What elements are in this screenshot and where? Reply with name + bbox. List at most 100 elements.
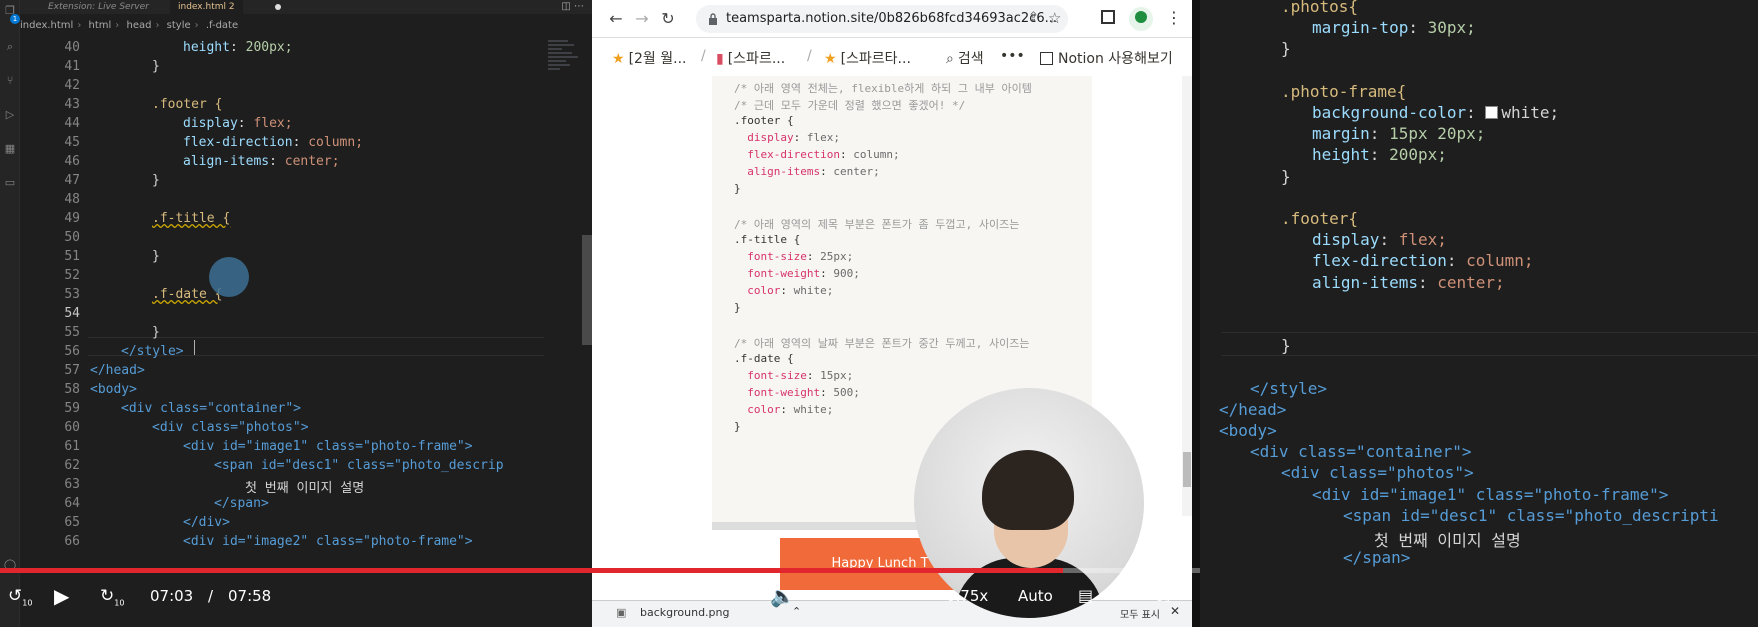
right-code-line: <span id="desc1" class="photo_descripti [1343, 505, 1719, 525]
line-number: 50 [64, 230, 80, 245]
volume-fill [810, 593, 852, 597]
notion-code-line: align-items: center; [747, 165, 880, 178]
line-number: 64 [64, 496, 80, 511]
breadcrumb-slash: / [701, 48, 706, 64]
code-line: <div class="photos"> [152, 420, 309, 435]
play-icon[interactable]: ▶ [54, 582, 69, 610]
code-line: } [152, 59, 160, 74]
code-line: display: flex; [183, 116, 293, 131]
playback-speed[interactable]: 0.75x [946, 586, 988, 606]
download-filename[interactable]: background.png [640, 606, 730, 619]
back-arrow-icon[interactable]: ← [606, 9, 626, 29]
right-code-line: } [1281, 166, 1291, 186]
side-panel-icon[interactable] [1101, 10, 1115, 24]
notion-logo-icon [1040, 52, 1053, 65]
reload-icon[interactable]: ↻ [658, 9, 678, 29]
right-code-editor[interactable]: .photos{margin-top: 30px;} .photo-frame{b… [1200, 0, 1758, 627]
notion-code-line: font-weight: 900; [747, 267, 860, 280]
notion-breadcrumb-2[interactable]: ▮ [스파르... [716, 48, 785, 68]
minimap[interactable] [548, 40, 580, 120]
tab-extension-live-server[interactable]: Extension: Live Server [40, 0, 157, 14]
notion-try-button[interactable]: Notion 사용해보기 [1040, 48, 1173, 68]
editor-actions[interactable]: ◫ ⋯ [561, 0, 584, 14]
activity-bar: ❐ 1 ⌕ ⑂ ▷ ▦ ▭ ◯ [0, 0, 20, 627]
fullscreen-icon[interactable]: ⛶ [1158, 582, 1169, 610]
tab-index-html[interactable]: index.html 2 [170, 0, 243, 14]
right-code-line: </head> [1219, 399, 1287, 419]
volume-slider[interactable] [810, 593, 922, 597]
right-code-line: display: flex; [1312, 230, 1447, 250]
notion-code-line: flex-direction: column; [747, 148, 900, 161]
browser-scrollbar-thumb[interactable] [1183, 452, 1191, 487]
search-icon[interactable]: ⌕ [3, 40, 17, 54]
right-code-line: <div class="container"> [1250, 442, 1472, 462]
notion-code-line: .footer { [734, 114, 794, 127]
remote-icon[interactable]: ▭ [3, 176, 17, 190]
line-number: 56 [64, 344, 80, 359]
unsaved-dot-icon [275, 4, 281, 10]
code-line: </head> [90, 363, 145, 378]
code-line: <div id="image1" class="photo-frame"> [183, 439, 473, 454]
notion-code-line: color: white; [747, 284, 834, 297]
editor-tab-bar: Extension: Live Server index.html 2 ◫ ⋯ [20, 0, 592, 14]
address-bar[interactable]: teamsparta.notion.site/0b826b68fcd34693a… [696, 5, 1068, 33]
breadcrumb-item[interactable]: index.html [20, 20, 73, 31]
duration: 07:58 [228, 587, 272, 605]
skip-back-icon[interactable]: ↺10 [8, 582, 32, 617]
video-progress-fill [0, 568, 1064, 573]
code-line: align-items: center; [183, 154, 340, 169]
line-number: 63 [64, 477, 80, 492]
right-code-line: <body> [1219, 421, 1277, 440]
right-code-line: background-color: white; [1312, 103, 1560, 122]
forward-arrow-icon[interactable]: → [632, 9, 652, 29]
code-line: .footer { [152, 97, 223, 112]
share-icon[interactable]: ⇪ [1028, 10, 1039, 25]
right-code-line: flex-direction: column; [1312, 251, 1534, 271]
skip-forward-icon[interactable]: ↻10 [100, 582, 124, 617]
line-number: 58 [64, 382, 80, 397]
code-line: } [152, 249, 160, 264]
quality-setting[interactable]: Auto [1018, 586, 1053, 606]
line-number: 40 [64, 40, 80, 55]
editor-scrollbar-thumb[interactable] [582, 235, 592, 345]
line-number: 41 [64, 59, 80, 74]
close-icon[interactable]: ✕ [1170, 604, 1180, 618]
run-debug-icon[interactable]: ▷ [3, 108, 17, 122]
video-progress-bar[interactable] [0, 568, 1200, 573]
notion-code-line: /* 아래 영역의 제목 부분은 폰트가 좀 두껍고, 사이즈는 [734, 218, 1020, 231]
line-number: 52 [64, 268, 80, 283]
right-code-line: .footer{ [1281, 209, 1359, 228]
breadcrumb-item[interactable]: .f-date [206, 20, 238, 31]
line-number: 65 [64, 515, 80, 530]
breadcrumb-item[interactable]: style [167, 20, 191, 31]
current-line-highlight [1222, 332, 1758, 356]
source-control-icon[interactable]: ⑂ [3, 74, 17, 88]
notion-more-button[interactable]: ••• [1000, 48, 1025, 64]
theater-icon[interactable]: ▭ [1118, 582, 1133, 610]
code-line: .f-date { [152, 287, 223, 302]
line-number: 45 [64, 135, 80, 150]
line-number: 53 [64, 287, 80, 302]
bookmark-star-icon[interactable]: ☆ [1048, 9, 1061, 27]
notion-search[interactable]: ⌕ 검색 [946, 48, 984, 68]
color-swatch-icon[interactable] [1485, 106, 1499, 119]
notion-code-line: } [734, 182, 741, 195]
line-number: 54 [64, 306, 80, 321]
extensions-icon[interactable]: ▦ [3, 142, 17, 156]
notion-breadcrumb-1[interactable]: ★ [2월 월... [612, 48, 687, 68]
notion-code-line: } [734, 301, 741, 314]
kebab-menu-icon[interactable]: ⋮ [1166, 8, 1182, 28]
left-code-editor: ❐ 1 ⌕ ⑂ ▷ ▦ ▭ ◯ Extension: Live Server i… [0, 0, 592, 627]
volume-icon[interactable]: 🔈 [770, 582, 795, 610]
line-number: 47 [64, 173, 80, 188]
breadcrumb-item[interactable]: head [126, 20, 151, 31]
notification-badge: 1 [10, 14, 20, 24]
notion-breadcrumb-3[interactable]: ★ [스파르타... [824, 48, 911, 68]
browser-scrollbar[interactable] [1182, 76, 1192, 516]
profile-icon[interactable] [1129, 7, 1153, 31]
subtitles-icon[interactable]: ▤ [1078, 582, 1093, 610]
line-number: 49 [64, 211, 80, 226]
code-line: } [152, 325, 160, 340]
right-code-line: align-items: center; [1312, 272, 1505, 292]
breadcrumb-item[interactable]: html [89, 20, 112, 31]
